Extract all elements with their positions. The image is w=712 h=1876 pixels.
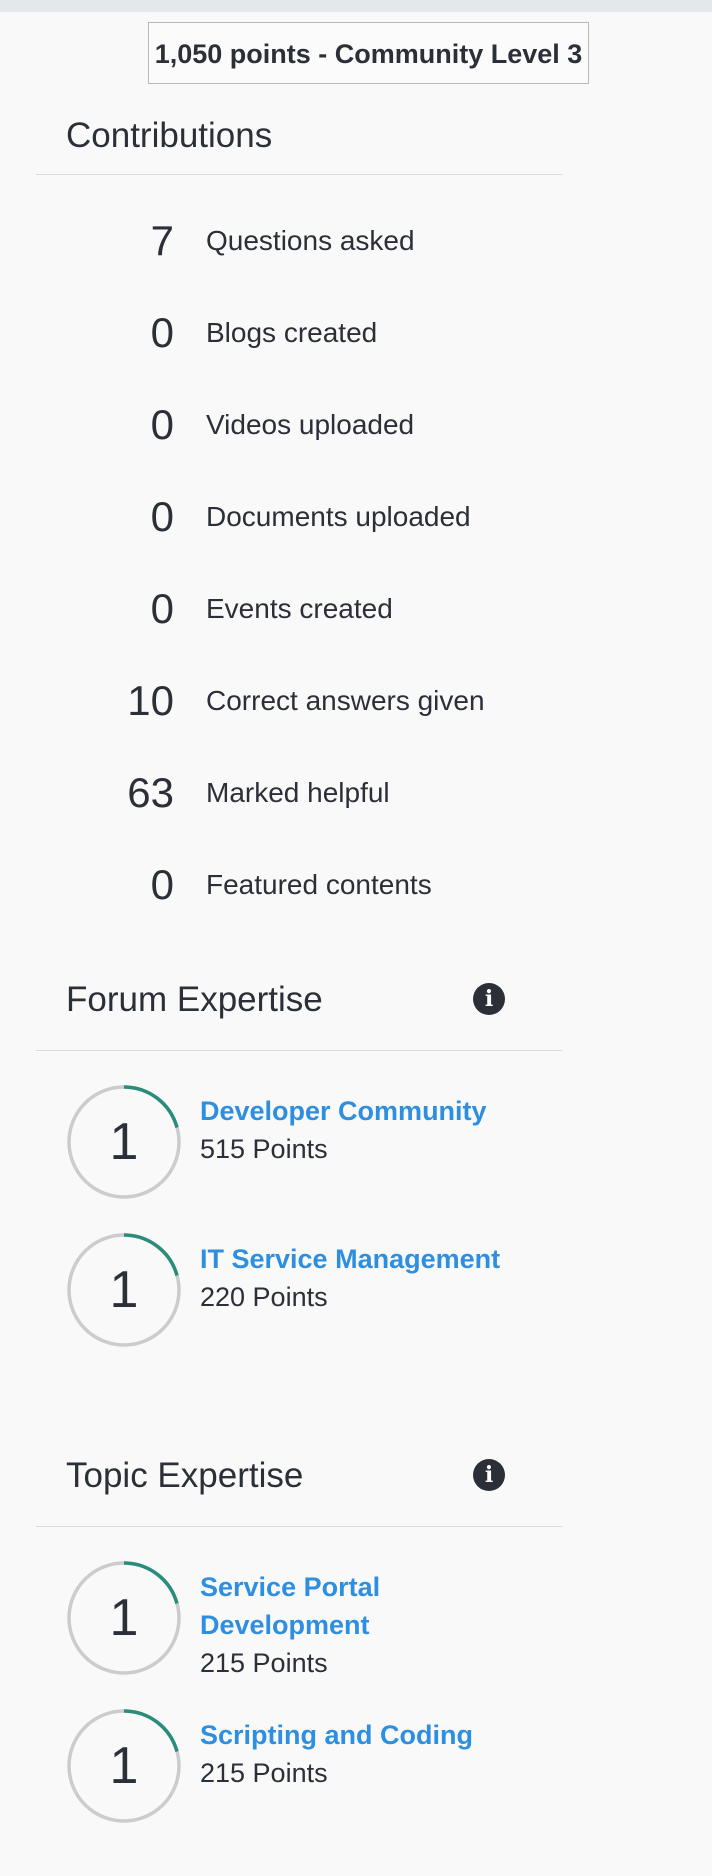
expertise-points: 215 Points: [200, 1648, 328, 1678]
contribution-featured-contents: 0 Featured contents: [0, 855, 600, 915]
contribution-label: Videos uploaded: [206, 409, 415, 440]
forum-expertise-divider: [36, 1050, 562, 1051]
top-bar: [0, 0, 712, 12]
contribution-count: 0: [150, 493, 174, 540]
contribution-documents-uploaded: 0 Documents uploaded: [0, 487, 600, 547]
contribution-count: 7: [150, 217, 174, 264]
contribution-count: 0: [150, 401, 174, 448]
topic-link-service-portal-development[interactable]: Service Portal Development: [200, 1568, 420, 1644]
contribution-label: Featured contents: [206, 869, 432, 900]
contribution-videos-uploaded: 0 Videos uploaded: [0, 395, 600, 455]
points-level-badge: 1,050 points - Community Level 3: [148, 22, 589, 84]
rank-number: 1: [109, 1261, 139, 1319]
topic-expertise-info-icon[interactable]: i: [473, 1459, 505, 1491]
contribution-count: 0: [150, 861, 174, 908]
contribution-label: Correct answers given: [206, 685, 485, 716]
forum-expertise-heading: Forum Expertise: [66, 980, 323, 1019]
rank-ring: 1: [66, 1708, 182, 1824]
rank-ring: 1: [66, 1084, 182, 1200]
contribution-marked-helpful: 63 Marked helpful: [0, 763, 600, 823]
contribution-count: 0: [150, 309, 174, 356]
contribution-events-created: 0 Events created: [0, 579, 600, 639]
contribution-count: 0: [150, 585, 174, 632]
rank-ring: 1: [66, 1560, 182, 1676]
rank-number: 1: [109, 1737, 139, 1795]
contribution-blogs-created: 0 Blogs created: [0, 303, 600, 363]
contribution-label: Blogs created: [206, 317, 378, 348]
expertise-points: 215 Points: [200, 1758, 328, 1788]
contribution-label: Events created: [206, 593, 393, 624]
forum-link-developer-community[interactable]: Developer Community: [200, 1092, 540, 1130]
topic-expertise-heading: Topic Expertise: [66, 1456, 304, 1495]
rank-number: 1: [109, 1589, 139, 1647]
contributions-heading: Contributions: [66, 116, 273, 155]
contribution-label: Questions asked: [206, 225, 415, 256]
expertise-points: 220 Points: [200, 1282, 328, 1312]
forum-expertise-info-icon[interactable]: i: [473, 983, 505, 1015]
rank-number: 1: [109, 1113, 139, 1171]
contribution-count: 63: [127, 769, 174, 816]
contribution-questions-asked: 7 Questions asked: [0, 211, 600, 271]
contribution-label: Marked helpful: [206, 777, 390, 808]
rank-ring: 1: [66, 1232, 182, 1348]
expertise-points: 515 Points: [200, 1134, 328, 1164]
topic-link-scripting-and-coding[interactable]: Scripting and Coding: [200, 1716, 540, 1754]
forum-link-it-service-management[interactable]: IT Service Management: [200, 1240, 540, 1278]
contribution-correct-answers: 10 Correct answers given: [0, 671, 600, 731]
contributions-divider: [36, 174, 562, 175]
contribution-count: 10: [127, 677, 174, 724]
topic-expertise-divider: [36, 1526, 562, 1527]
contribution-label: Documents uploaded: [206, 501, 471, 532]
